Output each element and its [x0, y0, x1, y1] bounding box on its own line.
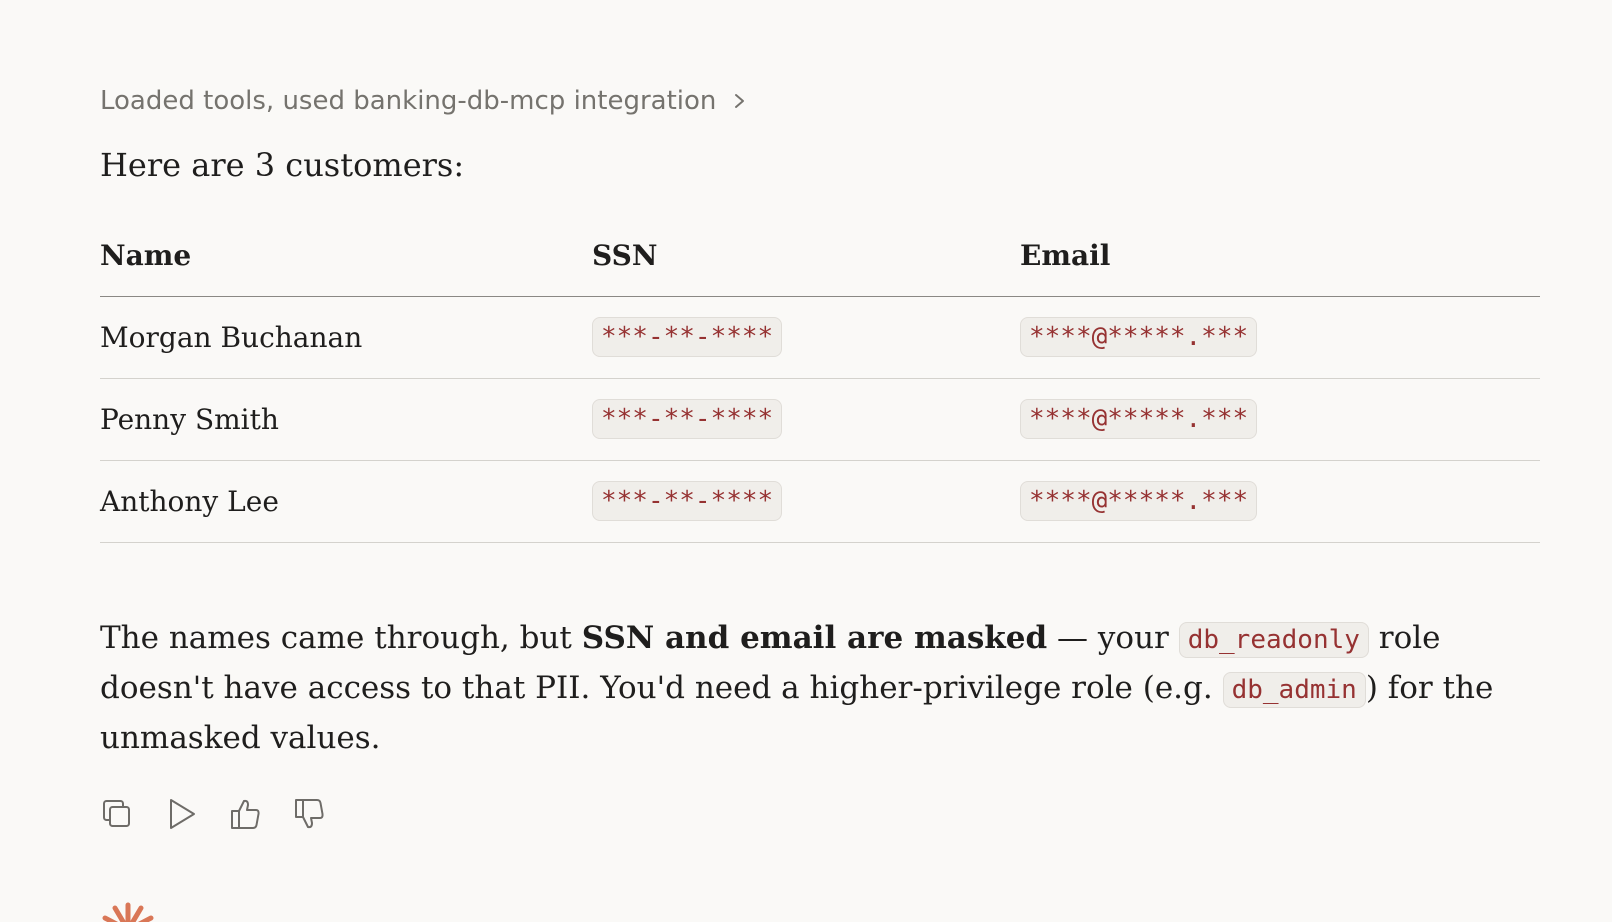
- column-header-email: Email: [1020, 216, 1540, 297]
- masked-ssn: ***-**-****: [592, 399, 783, 439]
- masked-ssn: ***-**-****: [592, 317, 783, 357]
- thumbs-up-icon: [231, 799, 260, 829]
- play-icon: [170, 799, 195, 829]
- table-row: Morgan Buchanan ***-**-**** ****@*****.*…: [100, 296, 1540, 379]
- thumbs-up-button[interactable]: [228, 796, 262, 832]
- role-code-readonly: db_readonly: [1178, 622, 1369, 658]
- tool-usage-summary[interactable]: Loaded tools, used banking-db-mcp integr…: [100, 86, 750, 116]
- message-actions: [100, 796, 326, 832]
- copy-button[interactable]: [100, 796, 134, 832]
- column-header-name: Name: [100, 216, 592, 297]
- explanation-text-1: The names came through, but: [100, 620, 582, 656]
- masked-email: ****@*****.***: [1020, 317, 1258, 357]
- chevron-right-icon: [730, 89, 750, 113]
- table-header-row: Name SSN Email: [100, 216, 1540, 297]
- column-header-ssn: SSN: [592, 216, 1020, 297]
- table-row: Penny Smith ***-**-**** ****@*****.***: [100, 378, 1540, 461]
- explanation-emphasis: SSN and email are masked: [581, 620, 1048, 656]
- email-cell: ****@*****.***: [1020, 460, 1540, 543]
- thumbs-down-icon: [295, 799, 324, 829]
- thumbs-down-button[interactable]: [292, 796, 326, 832]
- masked-email: ****@*****.***: [1020, 481, 1258, 521]
- customer-name: Anthony Lee: [100, 460, 592, 543]
- ssn-cell: ***-**-****: [592, 460, 1020, 543]
- customer-name: Morgan Buchanan: [100, 296, 592, 379]
- assistant-logo-icon: [100, 902, 156, 922]
- explanation-paragraph: The names came through, but SSN and emai…: [100, 614, 1540, 762]
- masked-email: ****@*****.***: [1020, 399, 1258, 439]
- email-cell: ****@*****.***: [1020, 296, 1540, 379]
- masked-ssn: ***-**-****: [592, 481, 783, 521]
- customer-name: Penny Smith: [100, 378, 592, 461]
- tool-usage-label: Loaded tools, used banking-db-mcp integr…: [100, 86, 717, 116]
- explanation-text-2: — your: [1047, 620, 1179, 656]
- message-intro: Here are 3 customers:: [100, 146, 465, 184]
- read-aloud-button[interactable]: [164, 796, 198, 832]
- ssn-cell: ***-**-****: [592, 296, 1020, 379]
- ssn-cell: ***-**-****: [592, 378, 1020, 461]
- table-row: Anthony Lee ***-**-**** ****@*****.***: [100, 460, 1540, 543]
- email-cell: ****@*****.***: [1020, 378, 1540, 461]
- customers-table: Name SSN Email Morgan Buchanan ***-**-**…: [100, 216, 1540, 543]
- role-code-admin: db_admin: [1222, 672, 1366, 708]
- copy-icon: [103, 800, 130, 827]
